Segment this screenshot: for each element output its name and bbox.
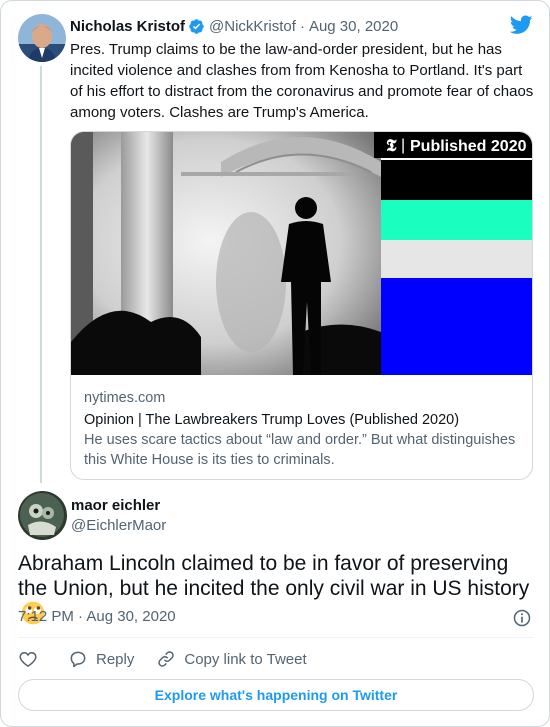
nyt-logo-glyph: 𝕿 — [386, 136, 397, 155]
copy-link-button[interactable]: Copy link to Tweet — [156, 649, 307, 669]
copy-link-label: Copy link to Tweet — [184, 650, 307, 668]
explore-twitter-button[interactable]: Explore what's happening on Twitter — [18, 679, 534, 711]
parent-author-name[interactable]: Nicholas Kristof — [70, 18, 185, 35]
reply-date: Aug 30, 2020 — [86, 608, 176, 625]
reply-button[interactable]: Reply — [68, 649, 134, 669]
parent-author-avatar[interactable] — [18, 14, 66, 62]
separator-dot: · — [299, 17, 305, 35]
article-domain: nytimes.com — [84, 390, 166, 406]
parent-tweet-text: Pres. Trump claims to be the law-and-ord… — [70, 41, 534, 121]
parent-tweet-date[interactable]: Aug 30, 2020 — [309, 18, 398, 35]
speech-bubble-icon — [70, 651, 86, 668]
reply-author-name[interactable]: maor eichler — [71, 497, 160, 514]
article-link-card[interactable]: 𝕿 | Published 2020 nytimes.com Opinion |… — [70, 131, 533, 480]
thread-connector-line — [40, 66, 42, 483]
like-button[interactable] — [18, 649, 38, 669]
reply-author-handle[interactable]: @EichlerMaor — [71, 517, 166, 534]
tweet-actions-bar: Reply Copy link to Tweet — [18, 647, 327, 671]
link-icon — [158, 651, 175, 667]
heart-icon — [19, 652, 37, 667]
article-title: Opinion | The Lawbreakers Trump Loves (P… — [84, 412, 460, 428]
info-icon[interactable] — [512, 608, 532, 628]
parent-tweet-header: Nicholas Kristof @NickKristof · Aug 30, … — [70, 15, 398, 37]
divider — [18, 637, 534, 638]
article-meta: nytimes.com Opinion | The Lawbreakers Tr… — [84, 388, 524, 470]
twitter-bird-icon[interactable] — [509, 15, 533, 35]
reply-label: Reply — [96, 650, 135, 668]
reply-author-avatar[interactable] — [18, 491, 67, 540]
image-published-badge: Published 2020 — [410, 138, 527, 155]
article-description: He uses scare tactics about “law and ord… — [84, 432, 516, 468]
reply-time: 7:12 PM — [18, 608, 74, 625]
article-image: 𝕿 | Published 2020 — [71, 132, 532, 375]
reply-timestamp[interactable]: 7:12 PM · Aug 30, 2020 — [18, 608, 176, 625]
svg-text:|: | — [401, 137, 405, 154]
reply-tweet-body: Abraham Lincoln claimed to be in favor o… — [18, 552, 530, 600]
verified-badge-icon — [188, 18, 205, 35]
embedded-tweet-card: Nicholas Kristof @NickKristof · Aug 30, … — [0, 0, 550, 727]
parent-author-handle[interactable]: @NickKristof — [209, 18, 296, 35]
